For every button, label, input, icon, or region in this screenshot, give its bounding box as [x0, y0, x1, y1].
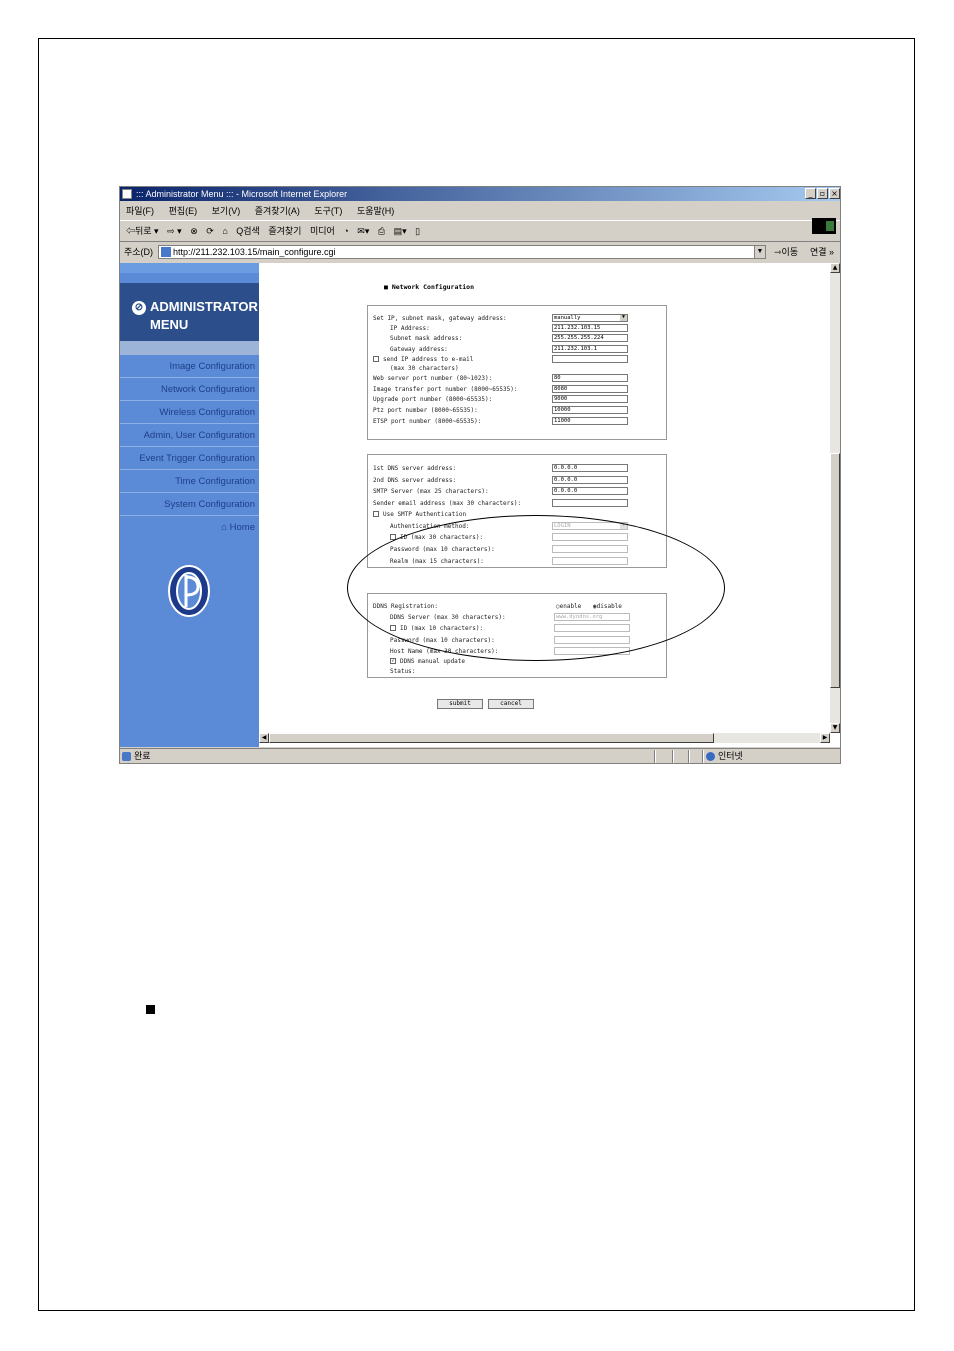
address-url: http://211.232.103.15/main_configure.cgi	[173, 247, 336, 257]
sidebar-item-image-config[interactable]: Image Configuration	[120, 355, 259, 378]
bullet-marker	[146, 1005, 155, 1014]
admin-menu-title: ⊘ ADMINISTRATOR MENU	[120, 283, 259, 341]
forward-button[interactable]: ⇨ ▾	[167, 226, 182, 236]
title-bar: ::: Administrator Menu ::: - Microsoft I…	[120, 187, 840, 201]
chevron-down-icon: ▼	[620, 314, 627, 321]
horizontal-scrollbar[interactable]: ◀ ▶	[259, 733, 830, 743]
sidebar-item-wireless-config[interactable]: Wireless Configuration	[120, 401, 259, 424]
upgrade-port-field[interactable]: 9000	[552, 395, 628, 403]
menu-help[interactable]: 도움말(H)	[357, 206, 394, 216]
address-label: 주소(D)	[124, 247, 154, 257]
home-icon: ⌂	[221, 522, 228, 533]
menu-tools[interactable]: 도구(T)	[314, 206, 342, 216]
menu-view[interactable]: 보기(V)	[212, 206, 241, 216]
menu-edit[interactable]: 편집(E)	[169, 206, 198, 216]
toolbar: ⇦뒤로 ▾ ⇨ ▾ ⊗ ⟳ ⌂ Q검색 즐겨찾기 미디어 ◔ ✉▾ ⎙ ▤▾ ▯	[120, 221, 840, 242]
use-smtp-auth-checkbox[interactable]	[373, 511, 379, 517]
scroll-down-icon[interactable]: ▼	[830, 723, 840, 733]
print-button[interactable]: ⎙	[378, 226, 385, 236]
send-ip-checkbox[interactable]	[373, 356, 379, 362]
refresh-button[interactable]: ⟳	[206, 226, 214, 236]
menu-file[interactable]: 파일(F)	[126, 206, 154, 216]
submit-button[interactable]: submit	[437, 699, 483, 709]
horizontal-scroll-thumb[interactable]	[269, 733, 714, 743]
sender-email-field[interactable]	[552, 499, 628, 507]
page-icon	[161, 247, 171, 257]
window-title: ::: Administrator Menu ::: - Microsoft I…	[136, 189, 348, 199]
sidebar-item-network-config[interactable]: Network Configuration	[120, 378, 259, 401]
address-input[interactable]: http://211.232.103.15/main_configure.cgi	[158, 245, 766, 259]
done-page-icon	[122, 752, 131, 761]
admin-menu-icon: ⊘	[132, 301, 146, 315]
browser-window: ::: Administrator Menu ::: - Microsoft I…	[119, 186, 841, 764]
page-viewport: ⊘ ADMINISTRATOR MENU Image Configuration…	[120, 263, 840, 747]
discuss-button[interactable]: ▯	[415, 226, 420, 236]
address-dropdown-icon[interactable]: ▼	[754, 245, 766, 259]
sidebar-item-admin-user-config[interactable]: Admin, User Configuration	[120, 424, 259, 447]
ptz-port-field[interactable]: 10000	[552, 406, 628, 414]
ddns-manual-update-checkbox[interactable]: ✓	[390, 658, 396, 664]
etsp-port-field[interactable]: 11000	[552, 417, 628, 425]
internet-globe-icon	[706, 752, 715, 761]
dns2-field[interactable]: 0.0.0.0	[552, 476, 628, 484]
send-ip-email-field[interactable]	[552, 355, 628, 363]
image-port-field[interactable]: 8080	[552, 385, 628, 393]
smtp-server-field[interactable]: 0.0.0.0	[552, 487, 628, 495]
media-button[interactable]: 미디어	[310, 226, 335, 236]
ip-address-field[interactable]: 211.232.103.15	[552, 324, 628, 332]
config-content: ■ Network Configuration Set IP, subnet m…	[259, 263, 830, 733]
menu-bar: 파일(F) 편집(E) 보기(V) 즐겨찾기(A) 도구(T) 도움말(H)	[120, 202, 840, 234]
links-button[interactable]: 연결 »	[810, 242, 834, 262]
stop-button[interactable]: ⊗	[190, 226, 198, 236]
scroll-left-icon[interactable]: ◀	[259, 733, 269, 743]
address-bar: 주소(D) http://211.232.103.15/main_configu…	[120, 242, 840, 262]
status-text: 완료	[134, 751, 151, 761]
go-button[interactable]: ⇾이동	[774, 242, 798, 262]
sidebar-item-home[interactable]: ⌂ Home	[120, 516, 259, 539]
favorites-button[interactable]: 즐겨찾기	[268, 226, 301, 236]
zone-text: 인터넷	[718, 751, 743, 761]
sidebar-item-event-trigger-config[interactable]: Event Trigger Configuration	[120, 447, 259, 470]
company-logo-icon	[168, 565, 210, 617]
sidebar-item-time-config[interactable]: Time Configuration	[120, 470, 259, 493]
scroll-right-icon[interactable]: ▶	[820, 733, 830, 743]
search-button[interactable]: Q검색	[236, 226, 260, 236]
menu-favorites[interactable]: 즐겨찾기(A)	[255, 206, 300, 216]
edit-button[interactable]: ▤▾	[394, 226, 407, 236]
mail-button[interactable]: ✉▾	[357, 226, 369, 236]
dns1-field[interactable]: 0.0.0.0	[552, 464, 628, 472]
sidebar-item-system-config[interactable]: System Configuration	[120, 493, 259, 516]
close-button[interactable]: ×	[829, 188, 840, 199]
home-button[interactable]: ⌂	[222, 226, 227, 236]
minimize-button[interactable]: _	[805, 188, 816, 199]
history-button[interactable]: ◔	[343, 226, 348, 236]
back-button[interactable]: ⇦뒤로 ▾	[126, 226, 159, 236]
highlight-ellipse	[347, 515, 725, 661]
status-bar: 완료 인터넷	[120, 748, 840, 763]
maximize-button[interactable]: ▫	[817, 188, 828, 199]
cancel-button[interactable]: cancel	[488, 699, 534, 709]
admin-sidebar: ⊘ ADMINISTRATOR MENU Image Configuration…	[120, 263, 259, 747]
ie-page-icon	[122, 189, 132, 199]
gateway-field[interactable]: 211.232.103.1	[552, 345, 628, 353]
vertical-scroll-thumb[interactable]	[830, 453, 840, 688]
ip-mode-select[interactable]: manually ▼	[552, 314, 628, 322]
vertical-scrollbar[interactable]: ▲ ▼	[830, 263, 840, 733]
scroll-up-icon[interactable]: ▲	[830, 263, 840, 273]
section-title: ■ Network Configuration	[384, 283, 475, 291]
subnet-mask-field[interactable]: 255.255.255.224	[552, 334, 628, 342]
web-port-field[interactable]: 80	[552, 374, 628, 382]
